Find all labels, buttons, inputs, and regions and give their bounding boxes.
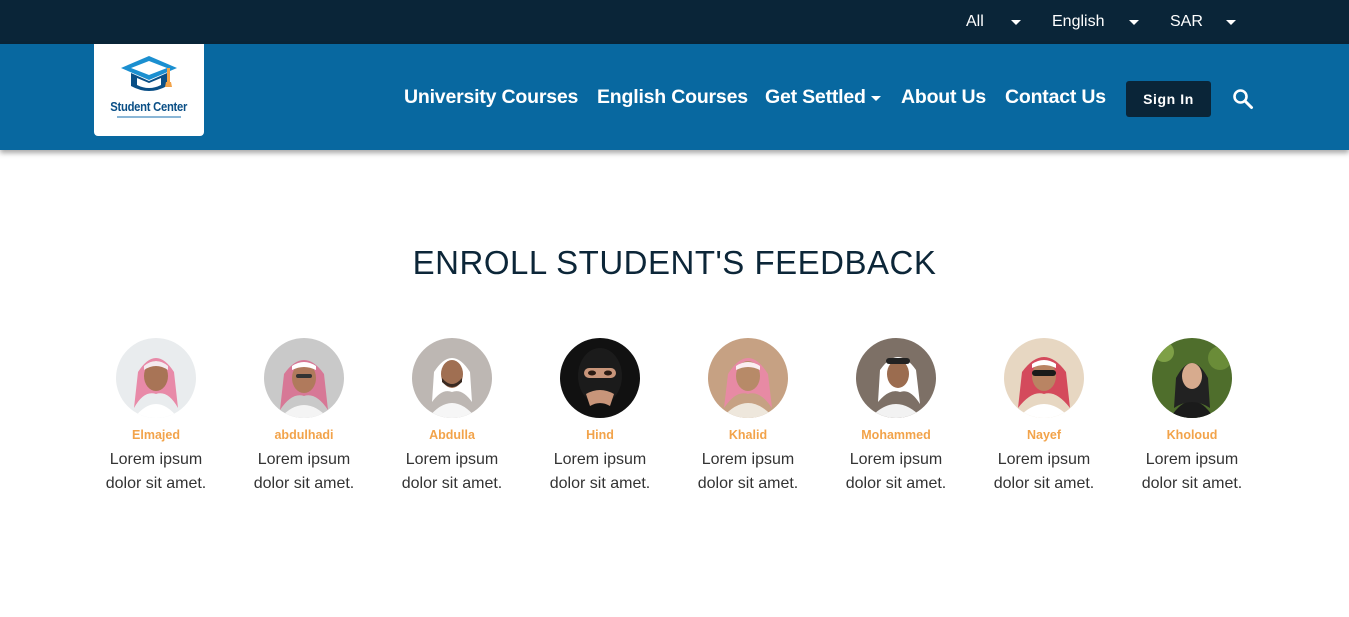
site-logo[interactable]: Student Center xyxy=(94,44,204,136)
sign-in-button[interactable]: Sign In xyxy=(1126,81,1211,117)
student-avatar xyxy=(1152,338,1232,418)
logo-underline xyxy=(117,116,181,118)
student-card: Hind Lorem ipsum dolor sit amet. xyxy=(525,338,675,496)
student-avatar xyxy=(116,338,196,418)
student-card: abdulhadi Lorem ipsum dolor sit amet. xyxy=(229,338,379,496)
student-card: Mohammed Lorem ipsum dolor sit amet. xyxy=(821,338,971,496)
student-name: Elmajed xyxy=(132,428,180,442)
student-feedback-text: Lorem ipsum dolor sit amet. xyxy=(697,451,799,492)
student-card: Elmajed Lorem ipsum dolor sit amet. xyxy=(81,338,231,496)
student-card: Abdulla Lorem ipsum dolor sit amet. xyxy=(377,338,527,496)
graduation-cap-logo-icon xyxy=(121,56,177,91)
nav-university-courses[interactable]: University Courses xyxy=(404,44,578,150)
student-feedback-text: Lorem ipsum dolor sit amet. xyxy=(549,451,651,492)
student-card: Kholoud Lorem ipsum dolor sit amet. xyxy=(1117,338,1267,496)
nav-about-us[interactable]: About Us xyxy=(901,44,986,150)
student-name: Kholoud xyxy=(1166,428,1218,442)
student-avatar xyxy=(708,338,788,418)
filter-dropdown[interactable]: All xyxy=(966,0,1026,44)
nav-label: University Courses xyxy=(404,85,579,108)
student-card: Nayef Lorem ipsum dolor sit amet. xyxy=(969,338,1119,496)
student-card: Khalid Lorem ipsum dolor sit amet. xyxy=(673,338,823,496)
caret-down-icon xyxy=(1011,20,1021,25)
sign-in-label: Sign In xyxy=(1143,91,1194,107)
nav-label: English Courses xyxy=(597,85,748,108)
currency-dropdown[interactable]: SAR xyxy=(1170,0,1240,44)
student-name: abdulhadi xyxy=(274,428,334,442)
student-avatar xyxy=(856,338,936,418)
student-avatar xyxy=(412,338,492,418)
student-name: Hind xyxy=(586,428,614,442)
nav-english-courses[interactable]: English Courses xyxy=(597,44,748,150)
language-dropdown[interactable]: English xyxy=(1052,0,1142,44)
student-feedback-text: Lorem ipsum dolor sit amet. xyxy=(845,451,947,492)
student-avatar xyxy=(1004,338,1084,418)
student-feedback-text: Lorem ipsum dolor sit amet. xyxy=(993,451,1095,492)
student-feedback-text: Lorem ipsum dolor sit amet. xyxy=(253,451,355,492)
student-avatar xyxy=(560,338,640,418)
nav-label: Contact Us xyxy=(1005,85,1106,108)
caret-down-icon xyxy=(1226,20,1236,25)
top-utility-bar xyxy=(0,0,1349,44)
student-name: Mohammed xyxy=(861,428,931,442)
nav-label: About Us xyxy=(901,85,987,108)
student-feedback-text: Lorem ipsum dolor sit amet. xyxy=(401,451,503,492)
student-name: Nayef xyxy=(1026,428,1062,442)
nav-label: Get Settled xyxy=(765,85,866,108)
feedback-heading: ENROLL STUDENT'S FEEDBACK xyxy=(412,244,937,281)
caret-down-icon xyxy=(1129,20,1139,25)
student-feedback-text: Lorem ipsum dolor sit amet. xyxy=(1141,451,1243,492)
currency-dropdown-label: SAR xyxy=(1170,13,1203,30)
nav-contact-us[interactable]: Contact Us xyxy=(1005,44,1106,150)
language-dropdown-label: English xyxy=(1052,13,1105,30)
caret-down-icon xyxy=(870,96,881,101)
student-avatar xyxy=(264,338,344,418)
student-name: Khalid xyxy=(728,428,768,442)
filter-dropdown-label: All xyxy=(966,13,984,30)
logo-text: Student Center xyxy=(110,100,188,114)
student-feedback-text: Lorem ipsum dolor sit amet. xyxy=(105,451,207,492)
student-name: Abdulla xyxy=(429,428,475,442)
nav-get-settled[interactable]: Get Settled xyxy=(765,44,881,150)
search-icon[interactable] xyxy=(1232,88,1254,110)
